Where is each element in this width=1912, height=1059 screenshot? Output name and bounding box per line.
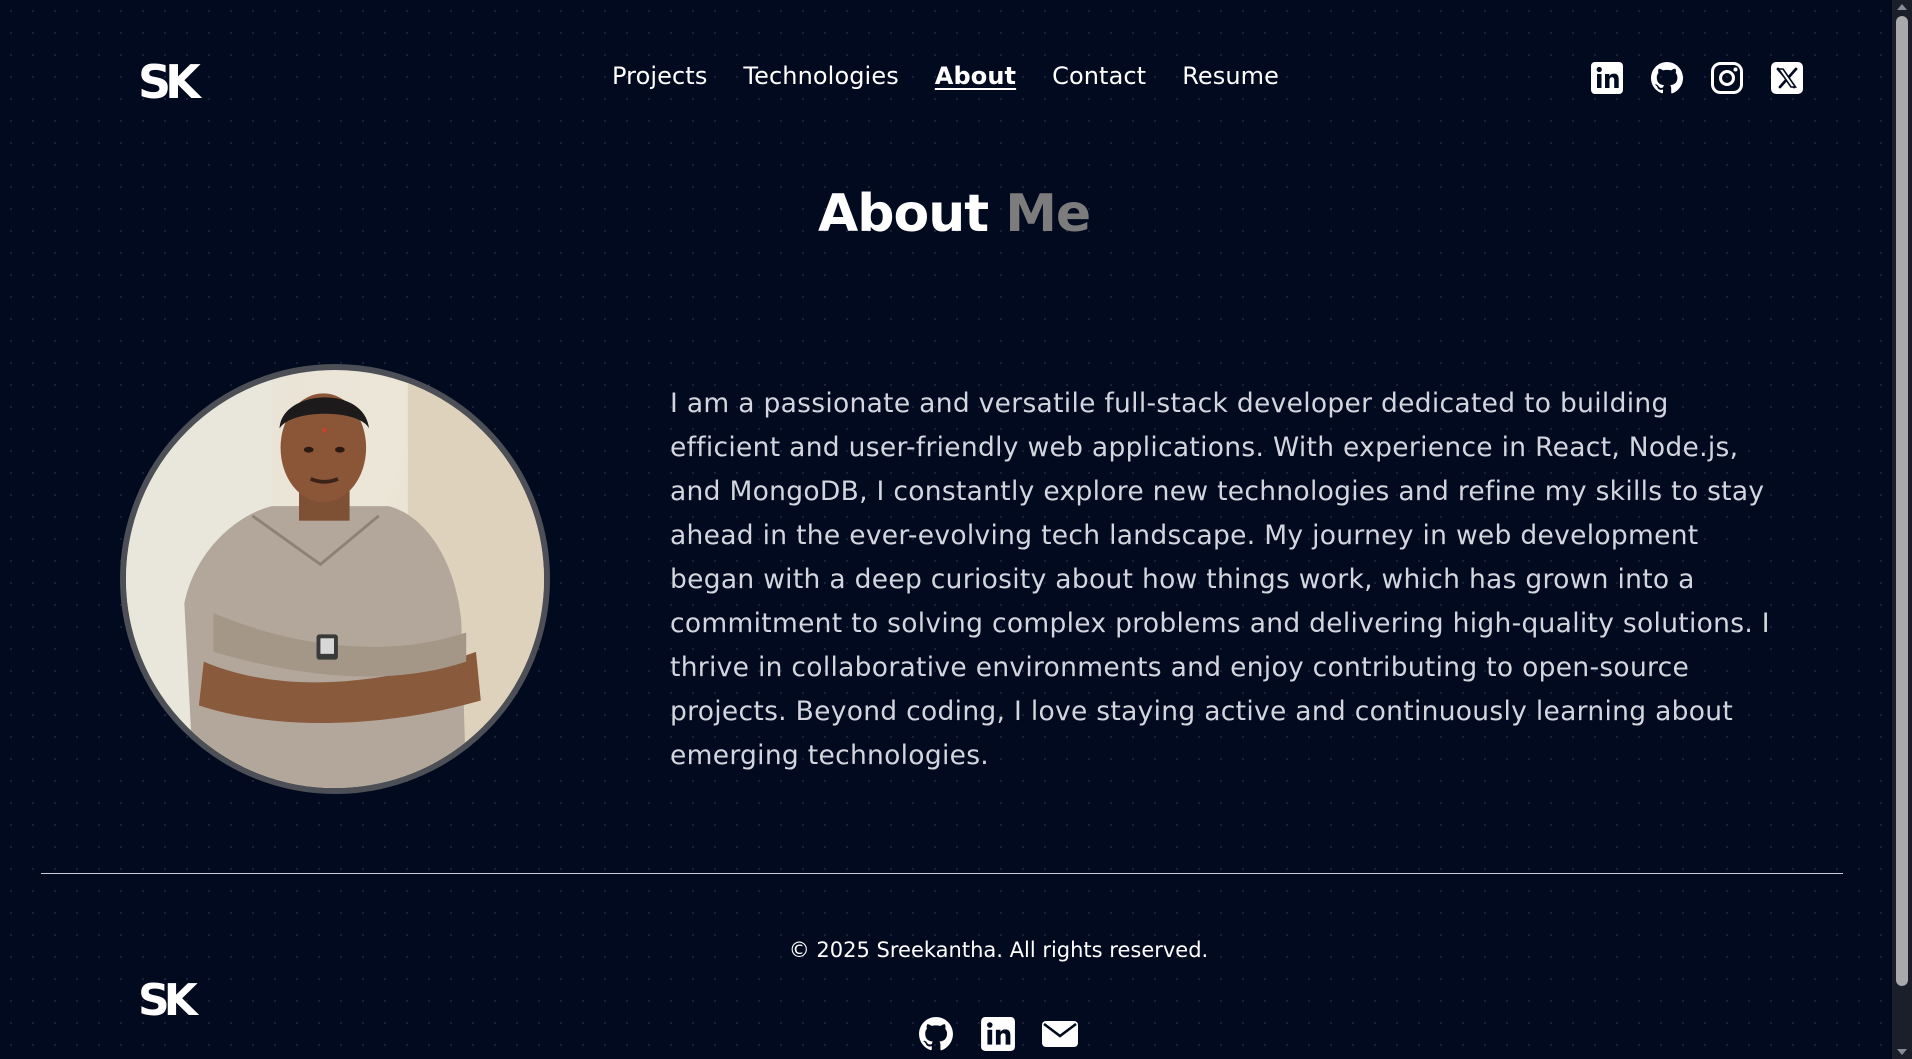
nav-technologies[interactable]: Technologies — [743, 62, 898, 90]
svg-text:SK: SK — [138, 56, 203, 104]
footer-logo[interactable]: SK — [138, 975, 210, 1026]
x-icon[interactable] — [1770, 61, 1804, 95]
heading-word-me: Me — [1005, 184, 1091, 244]
nav-projects[interactable]: Projects — [612, 62, 707, 90]
github-icon[interactable] — [918, 1016, 954, 1052]
footer-divider — [41, 873, 1843, 874]
header-social-links — [1590, 61, 1804, 95]
nav-contact[interactable]: Contact — [1052, 62, 1146, 90]
sk-logo-icon: SK — [138, 975, 206, 1026]
linkedin-icon[interactable] — [980, 1016, 1016, 1052]
copyright-text: © 2025 Sreekantha. All rights reserved. — [788, 938, 1209, 962]
main-nav: Projects Technologies About Contact Resu… — [612, 62, 1279, 90]
portfolio-page: SK Projects Technologies About Contact R… — [0, 0, 1892, 1059]
sk-logo-icon: SK — [138, 55, 209, 109]
instagram-icon[interactable] — [1710, 61, 1744, 95]
nav-resume[interactable]: Resume — [1182, 62, 1279, 90]
scroll-thumb[interactable] — [1896, 16, 1908, 986]
site-logo[interactable]: SK — [138, 55, 210, 109]
footer-social-links — [918, 1016, 1078, 1052]
mail-icon[interactable] — [1042, 1016, 1078, 1052]
scroll-down-arrow-icon[interactable] — [1897, 1049, 1907, 1055]
nav-about[interactable]: About — [935, 62, 1016, 90]
scroll-up-arrow-icon[interactable] — [1897, 4, 1907, 10]
heading-word-about: About — [818, 184, 989, 244]
about-bio: I am a passionate and versatile full-sta… — [670, 388, 1770, 771]
page-scrollbar[interactable] — [1892, 0, 1912, 1059]
profile-photo — [120, 364, 550, 794]
github-icon[interactable] — [1650, 61, 1684, 95]
about-heading: About Me — [818, 184, 1091, 244]
linkedin-icon[interactable] — [1590, 61, 1624, 95]
svg-text:SK: SK — [138, 975, 200, 1019]
